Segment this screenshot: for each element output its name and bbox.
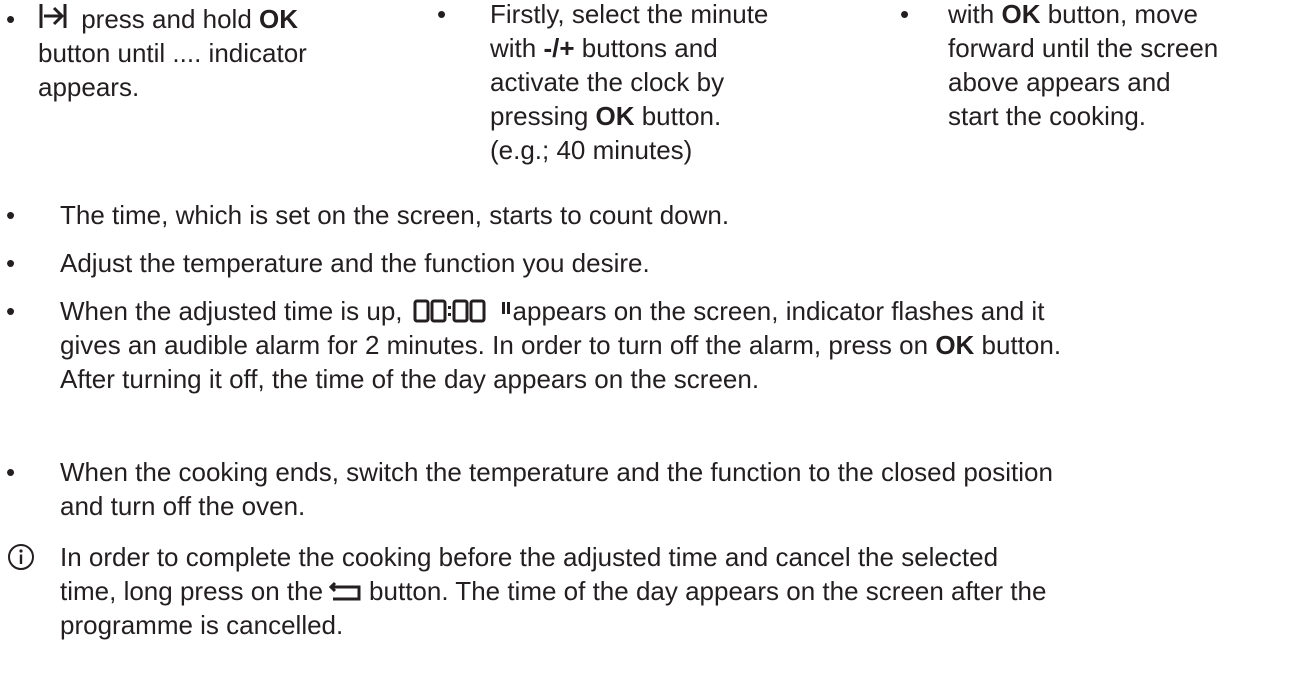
bullet: • bbox=[6, 4, 16, 34]
bullet: • bbox=[6, 200, 16, 230]
cooking-ends-line-2: and turn off the oven. bbox=[60, 491, 306, 521]
back-arrow-icon bbox=[329, 581, 361, 601]
list-item-text: When the adjusted time is up, appears on… bbox=[60, 294, 1296, 396]
step-3-line-1: with OK button, move bbox=[948, 0, 1199, 29]
step-3-line-2: forward until the screen bbox=[948, 33, 1219, 63]
step-1-line-2: button until .... indicator bbox=[38, 38, 307, 68]
list-item-text: The time, which is set on the screen, st… bbox=[60, 200, 730, 230]
info-line-3: programme is cancelled. bbox=[60, 610, 344, 640]
pause-indicator-icon bbox=[501, 302, 510, 314]
info-note-text: In order to complete the cooking before … bbox=[60, 540, 1296, 642]
step-1-text: press and hold OK button until .... indi… bbox=[38, 2, 398, 104]
bullet: • bbox=[437, 0, 447, 29]
alarm-line-2: gives an audible alarm for 2 minutes. In… bbox=[60, 330, 1062, 360]
bullet: • bbox=[6, 248, 16, 278]
step-2-line-2: with -/+ buttons and bbox=[490, 33, 718, 63]
lcd-display-icon bbox=[413, 299, 486, 323]
step-3-text: with OK button, move forward until the s… bbox=[948, 0, 1298, 133]
skip-forward-icon bbox=[39, 4, 67, 28]
cooking-ends-line-1: When the cooking ends, switch the temper… bbox=[60, 457, 1053, 487]
step-2-line-4: pressing OK button. bbox=[490, 101, 722, 131]
info-line-1: In order to complete the cooking before … bbox=[60, 542, 999, 572]
step-3-line-3: above appears and bbox=[948, 67, 1171, 97]
info-line-2: time, long press on the button. The time… bbox=[60, 576, 1047, 606]
list-item-text: When the cooking ends, switch the temper… bbox=[60, 455, 1296, 523]
step-2-line-3: activate the clock by bbox=[490, 67, 725, 97]
info-icon bbox=[8, 544, 34, 570]
list-item-text: Adjust the temperature and the function … bbox=[60, 248, 650, 278]
step-1-line-1: press and hold OK bbox=[38, 2, 398, 36]
bullet: • bbox=[6, 457, 16, 487]
step-2-text: Firstly, select the minute with -/+ butt… bbox=[490, 0, 860, 167]
bullet: • bbox=[900, 0, 910, 29]
bullet: • bbox=[6, 296, 16, 326]
manual-page: • press and hold OK button until .... in… bbox=[0, 0, 1301, 693]
step-3-line-4: start the cooking. bbox=[948, 101, 1146, 131]
step-1-line-3: appears. bbox=[38, 72, 140, 102]
step-2-line-1: Firstly, select the minute bbox=[490, 0, 769, 29]
step-2-line-5: (e.g.; 40 minutes) bbox=[490, 135, 693, 165]
alarm-line-3: After turning it off, the time of the da… bbox=[60, 364, 760, 394]
alarm-line-1: When the adjusted time is up, appears on… bbox=[60, 296, 1045, 326]
